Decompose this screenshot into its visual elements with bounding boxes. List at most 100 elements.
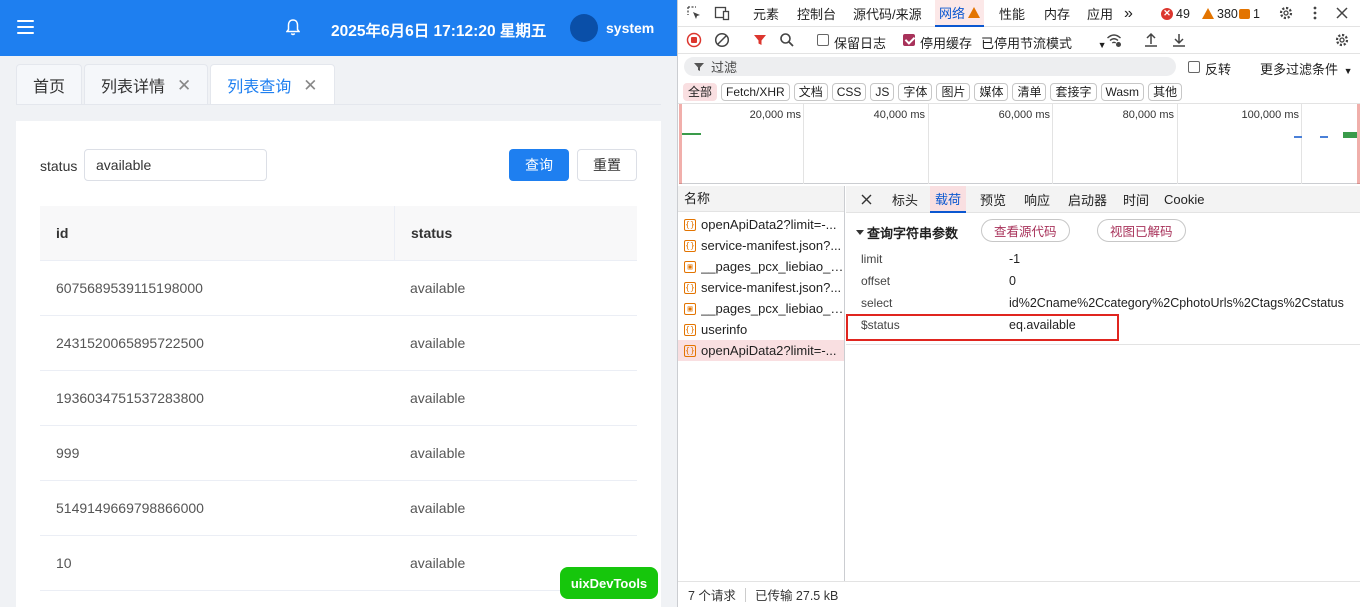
type-filter-chip[interactable]: 套接字 [1050,82,1097,101]
request-row[interactable]: {} openApiData2?limit=-... [678,340,844,361]
filter-input[interactable]: 过滤 [684,57,1176,76]
tab-headers[interactable]: 标头 [892,186,918,213]
table-row[interactable]: 10 available [40,536,637,591]
type-filter-chip[interactable]: 图片 [936,82,971,101]
request-name: service-manifest.json?... [701,280,842,295]
warnings-count: 380 [1217,6,1238,21]
close-icon[interactable]: ✕ [177,77,191,94]
tab-home[interactable]: 首页 [16,64,83,105]
type-filter-chip[interactable]: 媒体 [974,82,1009,101]
tab-timing[interactable]: 时间 [1123,186,1149,213]
column-header-status[interactable]: status [394,206,637,260]
query-button[interactable]: 查询 [509,149,569,181]
errors-badge[interactable]: ✕ 49 [1161,0,1190,27]
tab-cookies[interactable]: Cookie [1164,186,1204,213]
more-filters-select[interactable]: 更多过滤条件 ▼ [1260,59,1353,78]
request-row[interactable]: {} service-manifest.json?... [678,277,844,298]
invert-checkbox[interactable] [1188,61,1200,73]
bell-icon[interactable] [286,19,300,36]
request-name: service-manifest.json?... [701,238,842,253]
tab-console[interactable]: 控制台 [797,0,836,27]
type-filter-chip[interactable]: 全部 [683,82,718,101]
hamburger-menu-icon[interactable] [17,20,34,34]
tab-elements[interactable]: 元素 [753,0,779,27]
status-field-label: status [40,158,78,174]
tab-list-query[interactable]: 列表查询 ✕ [210,64,335,105]
tab-preview[interactable]: 预览 [980,186,1006,213]
tab-application[interactable]: 应用 [1087,0,1113,27]
tab-response[interactable]: 响应 [1024,186,1050,213]
filter-placeholder: 过滤 [711,60,738,75]
cell-status: available [410,445,466,461]
cell-id: 2431520065895722500 [56,335,204,351]
throttle-select[interactable]: 已停用节流模式 ▼ [981,33,1107,52]
query-string-section-toggle[interactable]: 查询字符串参数 [856,223,958,242]
stop-recording-icon[interactable] [686,32,702,48]
type-filter-chip[interactable]: JS [870,82,895,101]
tab-performance[interactable]: 性能 [999,0,1025,27]
issues-icon [1239,8,1250,19]
view-decoded-button[interactable]: 视图已解码 [1097,219,1186,242]
more-tabs-icon[interactable]: » [1124,0,1133,27]
request-row[interactable]: ▣ __pages_pcx_liebiao_c... [678,256,844,277]
type-filter-chip[interactable]: 其他 [1148,82,1183,101]
table-row[interactable]: 1936034751537283800 available [40,371,637,426]
network-conditions-icon[interactable] [1106,32,1122,48]
uix-devtools-button[interactable]: uixDevTools [560,567,658,599]
tab-initiator[interactable]: 启动器 [1068,186,1107,213]
tab-sources[interactable]: 源代码/来源 [853,0,922,27]
type-filter-chip[interactable]: 文档 [793,82,828,101]
import-har-icon[interactable] [1143,32,1159,48]
cell-status: available [410,335,466,351]
inspect-element-icon[interactable] [686,5,702,21]
request-row[interactable]: {} userinfo [678,319,844,340]
view-source-button[interactable]: 查看源代码 [981,219,1070,242]
request-row[interactable]: {} service-manifest.json?... [678,235,844,256]
disable-cache-checkbox[interactable] [903,34,915,46]
settings-gear-icon[interactable] [1278,5,1294,21]
type-filter-chip[interactable]: CSS [831,82,867,101]
warnings-badge[interactable]: 380 [1202,0,1238,27]
table-row[interactable]: 5149149669798866000 available [40,481,637,536]
timeline-gridline [1301,104,1302,184]
close-detail-icon[interactable] [861,194,872,205]
avatar[interactable] [570,14,598,42]
type-filter-chip[interactable]: Fetch/XHR [721,82,790,101]
table-row[interactable]: 999 available [40,426,637,481]
reset-button[interactable]: 重置 [577,149,637,181]
tab-network[interactable]: 网络 [935,0,985,27]
username[interactable]: system [606,20,654,36]
request-row[interactable]: ▣ __pages_pcx_liebiao_c... [678,298,844,319]
issues-badge[interactable]: 1 [1239,0,1260,27]
filter-row: 过滤 反转 更多过滤条件 ▼ [678,54,1360,80]
tab-list-detail[interactable]: 列表详情 ✕ [84,64,209,105]
cell-id: 5149149669798866000 [56,500,204,516]
clear-icon[interactable] [714,32,730,48]
tab-memory[interactable]: 内存 [1044,0,1070,27]
timeline-tick: 80,000 ms [1122,109,1174,121]
type-filter-chip[interactable]: 字体 [898,82,933,101]
request-name: __pages_pcx_liebiao_c... [701,301,844,316]
more-options-icon[interactable] [1307,5,1323,21]
network-settings-gear-icon[interactable] [1334,32,1350,48]
type-filter-chip[interactable]: Wasm [1100,82,1145,101]
filter-funnel-icon[interactable] [752,32,768,48]
export-har-icon[interactable] [1171,32,1187,48]
request-row[interactable]: {} openApiData2?limit=-... [678,214,844,235]
param-key: $status [861,318,900,332]
close-icon[interactable]: ✕ [303,77,317,94]
preserve-log-checkbox[interactable] [817,34,829,46]
timeline-gridline [928,104,929,184]
close-devtools-icon[interactable] [1334,5,1350,21]
column-header-id[interactable]: id [40,206,394,260]
search-icon[interactable] [779,32,795,48]
status-input[interactable] [84,149,267,181]
device-toolbar-icon[interactable] [714,5,730,21]
name-column-header[interactable]: 名称 [678,186,844,212]
type-filter-chip[interactable]: 清单 [1012,82,1047,101]
tab-payload[interactable]: 载荷 [930,186,967,213]
network-overview-timeline[interactable]: 20,000 ms 40,000 ms 60,000 ms 80,000 ms … [679,104,1360,184]
table-row[interactable]: 2431520065895722500 available [40,316,637,371]
table-row[interactable]: 6075689539115198000 available [40,261,637,316]
divider [744,587,746,602]
